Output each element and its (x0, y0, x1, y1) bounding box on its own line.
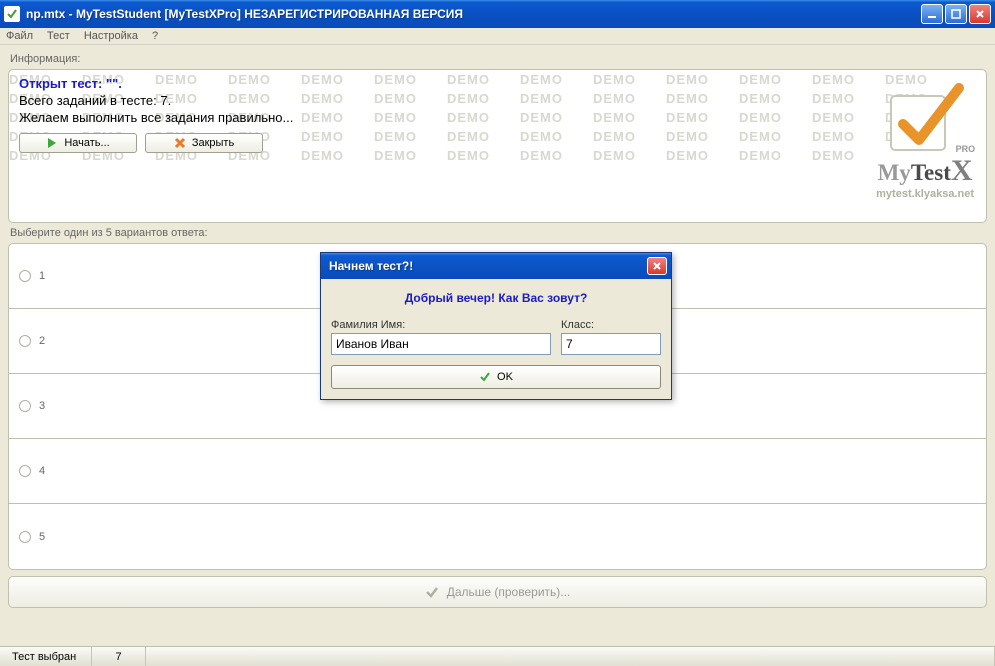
logo: PRO MyTestX mytest.klyaksa.net (876, 80, 974, 200)
menu-help[interactable]: ? (152, 30, 158, 42)
minimize-button[interactable] (921, 4, 943, 24)
radio-icon (19, 270, 31, 282)
maximize-button[interactable] (945, 4, 967, 24)
window-title: np.mtx - MyTestStudent [MyTestXPro] НЕЗА… (26, 7, 921, 21)
answer-num: 1 (39, 270, 45, 282)
menu-settings[interactable]: Настройка (84, 30, 138, 42)
play-icon (46, 137, 58, 149)
dialog-title: Начнем тест?! (329, 259, 647, 273)
check-icon (479, 371, 491, 383)
window-titlebar: np.mtx - MyTestStudent [MyTestXPro] НЕЗА… (0, 0, 995, 28)
menu-file[interactable]: Файл (6, 30, 33, 42)
class-input[interactable] (561, 333, 661, 355)
radio-icon (19, 465, 31, 477)
logo-text: MyTestX (876, 154, 974, 188)
status-count: 7 (92, 647, 146, 666)
dialog-ok-button[interactable]: OK (331, 365, 661, 389)
dialog-close-button[interactable] (647, 257, 667, 275)
start-test-dialog: Начнем тест?! Добрый вечер! Как Вас зову… (320, 252, 672, 400)
answer-row[interactable]: 4 (9, 439, 986, 504)
status-bar: Тест выбран 7 (0, 646, 995, 666)
dialog-ok-label: OK (497, 371, 513, 383)
x-icon (174, 137, 186, 149)
answer-num: 5 (39, 531, 45, 543)
start-button[interactable]: Начать... (19, 133, 137, 153)
status-empty (146, 647, 995, 666)
name-label: Фамилия Имя: (331, 319, 551, 331)
answer-num: 3 (39, 400, 45, 412)
close-test-button[interactable]: Закрыть (145, 133, 263, 153)
name-input[interactable] (331, 333, 551, 355)
info-opened: Открыт тест: "". (19, 76, 976, 93)
app-icon (4, 6, 20, 22)
close-test-button-label: Закрыть (192, 137, 234, 149)
close-button[interactable] (969, 4, 991, 24)
answers-label: Выберите один из 5 вариантов ответа: (10, 227, 985, 239)
class-label: Класс: (561, 319, 661, 331)
menu-bar: Файл Тест Настройка ? (0, 28, 995, 45)
menu-test[interactable]: Тест (47, 30, 70, 42)
check-icon (425, 585, 439, 599)
info-total: Всего заданий в тесте: 7. (19, 93, 976, 110)
logo-url: mytest.klyaksa.net (876, 188, 974, 200)
dialog-titlebar[interactable]: Начнем тест?! (321, 253, 671, 279)
info-wish: Желаем выполнить все задания правильно..… (19, 110, 976, 127)
info-label: Информация: (10, 53, 985, 65)
radio-icon (19, 335, 31, 347)
radio-icon (19, 531, 31, 543)
status-selected: Тест выбран (0, 647, 92, 666)
answer-num: 4 (39, 465, 45, 477)
info-panel: DEMODEMODEMODEMODEMODEMODEMODEMODEMODEMO… (8, 69, 987, 223)
dialog-greeting: Добрый вечер! Как Вас зовут? (331, 291, 661, 305)
start-button-label: Начать... (64, 137, 109, 149)
radio-icon (19, 400, 31, 412)
next-button-label: Дальше (проверить)... (447, 585, 571, 599)
logo-pro: PRO (956, 144, 976, 154)
answer-num: 2 (39, 335, 45, 347)
answer-row[interactable]: 5 (9, 504, 986, 569)
next-button[interactable]: Дальше (проверить)... (8, 576, 987, 608)
